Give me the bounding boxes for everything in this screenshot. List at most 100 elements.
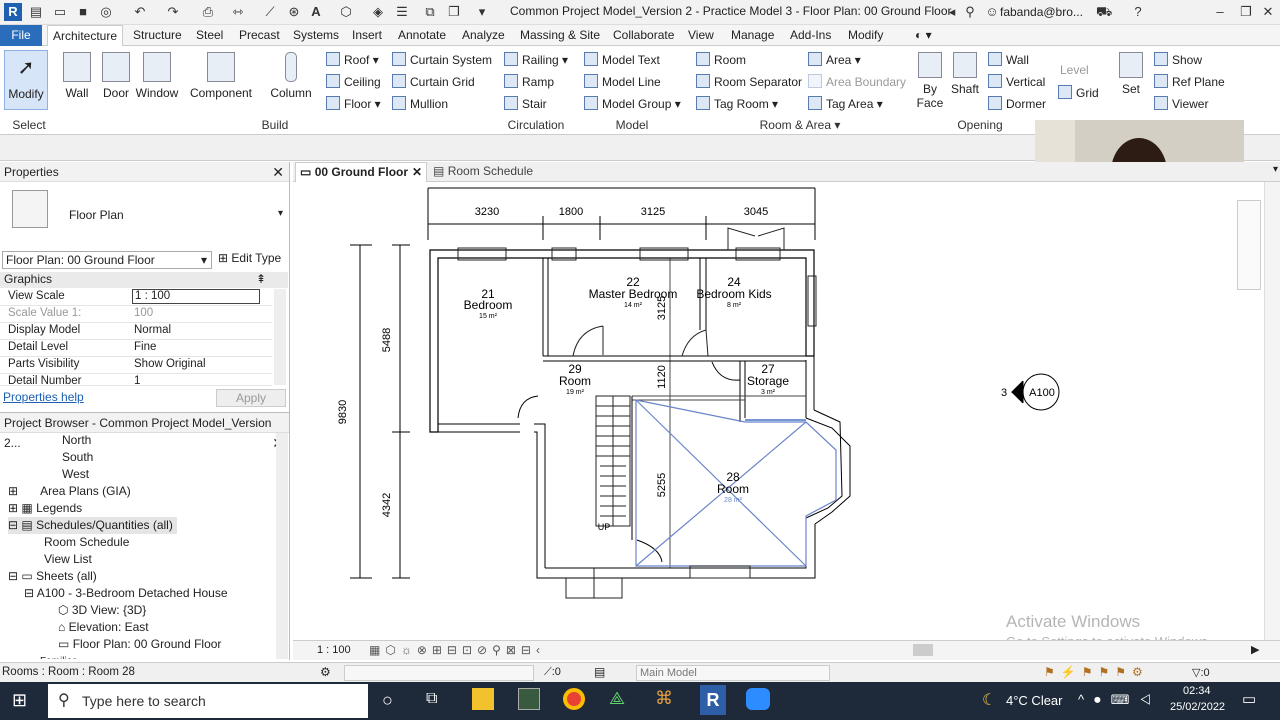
room-tag-name[interactable]: Master Bedroom [589, 287, 678, 301]
wall-opening-button[interactable]: Wall [988, 50, 1029, 70]
tag-area-button[interactable]: Tag Area ▾ [808, 94, 883, 114]
measure-icon[interactable]: ⇿ [230, 4, 246, 20]
tab-collaborate[interactable]: Collaborate [608, 25, 679, 46]
curtain-grid-button[interactable]: Curtain Grid [392, 72, 475, 92]
scroll-right-icon[interactable]: ▶ [1251, 643, 1259, 656]
tree-item[interactable]: North [62, 432, 91, 449]
column-button[interactable]: Column [268, 50, 314, 110]
ceiling-button[interactable]: Ceiling [326, 72, 381, 92]
tree-item[interactable]: South [62, 449, 93, 466]
tab-file[interactable]: File [0, 25, 42, 46]
model-group-button[interactable]: Model Group ▾ [584, 94, 681, 114]
tab-structure[interactable]: Structure [128, 25, 187, 46]
tab-precast[interactable]: Precast [234, 25, 285, 46]
restore-icon[interactable]: ❐ [1238, 4, 1254, 20]
3d-view-icon[interactable]: ⬡ [338, 4, 354, 20]
door-button[interactable]: Door [100, 50, 132, 110]
navisworks-icon[interactable]: ⟁ [609, 688, 625, 709]
worksets-icon[interactable]: ⚙ [320, 665, 331, 679]
room-tag-name[interactable]: Room [559, 374, 591, 388]
help-icon[interactable]: ? [1130, 4, 1146, 20]
chevron-left-icon[interactable]: ◂ [944, 4, 960, 20]
dim-left-2[interactable]: 9830 [337, 400, 349, 424]
drawing-canvas[interactable]: 3230 1800 3125 3045 5488 9830 4342 3125 … [293, 182, 1263, 640]
shaft-button[interactable]: Shaft [950, 50, 980, 110]
railing-button[interactable]: Railing ▾ [504, 50, 568, 70]
selection-filter-icons[interactable]: ⚑⚡⚑⚑⚑⚙ [1044, 665, 1149, 679]
print-icon[interactable]: ⎙ [200, 4, 216, 20]
tab-insert[interactable]: Insert [347, 25, 387, 46]
switch-windows-icon[interactable]: ❐ [446, 4, 462, 20]
model-line-button[interactable]: Model Line [584, 72, 661, 92]
revit-logo-icon[interactable]: R [4, 3, 22, 21]
tab-massing-site[interactable]: Massing & Site [515, 25, 605, 46]
taskbar-search[interactable]: ⚲ Type here to search [48, 684, 368, 718]
thin-lines-icon[interactable]: ☰ [394, 4, 410, 20]
dim-top-4[interactable]: 3045 [744, 206, 768, 218]
area-button[interactable]: Area ▾ [808, 50, 861, 70]
room-tag-name[interactable]: Bedroom [464, 298, 513, 312]
tab-systems[interactable]: Systems [288, 25, 344, 46]
clock-time[interactable]: 02:34 [1183, 685, 1211, 697]
tab-analyze[interactable]: Analyze [457, 25, 510, 46]
chevron-down-icon[interactable]: ▾ [278, 208, 283, 219]
revit-taskbar-icon[interactable]: R [700, 685, 726, 715]
user-icon[interactable]: ☺ [984, 4, 1000, 20]
tree-item[interactable]: ⊟ ▭ Sheets (all) [8, 568, 97, 585]
room-tag-name[interactable]: Room [717, 482, 749, 496]
minimize-icon[interactable]: – [1212, 4, 1228, 20]
grid-button[interactable]: Grid [1058, 83, 1099, 103]
tree-item[interactable]: ⌂ Elevation: East [58, 619, 149, 636]
properties-help-link[interactable]: Properties help [3, 390, 84, 404]
tab-room-schedule[interactable]: ▤ Room Schedule [433, 162, 533, 182]
dim-left-1[interactable]: 5488 [381, 328, 393, 352]
dim-inner-2[interactable]: 1120 [656, 365, 668, 389]
tag-room-button[interactable]: Tag Room ▾ [696, 94, 778, 114]
dimension-icon[interactable]: ⟋ [262, 4, 278, 20]
tab-annotate[interactable]: Annotate [393, 25, 451, 46]
tree-item[interactable]: ▭ Floor Plan: 00 Ground Floor [58, 636, 221, 653]
apply-button[interactable]: Apply [216, 389, 286, 407]
filter-count[interactable]: ▽:0 [1192, 666, 1210, 679]
set-button[interactable]: Set [1116, 50, 1146, 110]
windows-start-icon[interactable]: ⊞ [12, 690, 27, 711]
tree-item[interactable]: West [62, 466, 89, 483]
room-separator-button[interactable]: Room Separator [696, 72, 802, 92]
tab-view[interactable]: View [683, 25, 719, 46]
section-icon[interactable]: ◈ [370, 4, 386, 20]
user-name[interactable]: fabanda@bro... [1000, 5, 1083, 19]
redo-icon[interactable]: ↷ [165, 4, 181, 20]
canvas-horizontal-scrollbar[interactable] [913, 644, 933, 656]
viewer-button[interactable]: Viewer [1154, 94, 1208, 114]
modify-button[interactable]: ➚ Modify [4, 50, 48, 110]
close-hidden-icon[interactable]: ⧉ [422, 4, 438, 20]
room-button[interactable]: Room [696, 50, 746, 70]
dim-top-3[interactable]: 3125 [641, 206, 665, 218]
panel-room-area-label[interactable]: Room & Area ▾ [740, 118, 860, 132]
binoculars-icon[interactable]: ⚲ [962, 4, 978, 20]
ribbon-options-icon[interactable]: ◐ ▾ [910, 25, 937, 46]
view-control-icons[interactable]: ▦⬡☼⊗⊞⊟⊡⊘⚲⊠⊟‹ [369, 643, 545, 657]
tab-manage[interactable]: Manage [726, 25, 779, 46]
save-icon[interactable]: ■ [75, 4, 91, 20]
roof-button[interactable]: Roof ▾ [326, 50, 379, 70]
customize-toolbar-icon[interactable]: ▾ [474, 4, 490, 20]
tree-item[interactable]: ⊟ A100 - 3-Bedroom Detached House [24, 585, 228, 602]
panel-select-label[interactable]: Select [4, 118, 54, 132]
tab-modify[interactable]: Modify [843, 25, 888, 46]
dormer-button[interactable]: Dormer [988, 94, 1046, 114]
browser-scrollbar[interactable] [276, 433, 288, 659]
undo-icon[interactable]: ↶ [132, 4, 148, 20]
room-tag-name[interactable]: Storage [747, 374, 789, 388]
tree-item[interactable]: Families [40, 653, 77, 659]
tab-add-ins[interactable]: Add-Ins [785, 25, 836, 46]
sync-icon[interactable]: ◎ [98, 4, 114, 20]
component-button[interactable]: Component [188, 50, 254, 110]
curtain-system-button[interactable]: Curtain System [392, 50, 492, 70]
wall-button[interactable]: Wall [60, 50, 94, 110]
floor-plan-drawing[interactable]: 3230 1800 3125 3045 5488 9830 4342 3125 … [293, 182, 1263, 640]
app-icon-2[interactable]: ⌘ [655, 688, 673, 709]
floor-button[interactable]: Floor ▾ [326, 94, 381, 114]
mullion-button[interactable]: Mullion [392, 94, 448, 114]
window-button[interactable]: Window [135, 50, 179, 110]
